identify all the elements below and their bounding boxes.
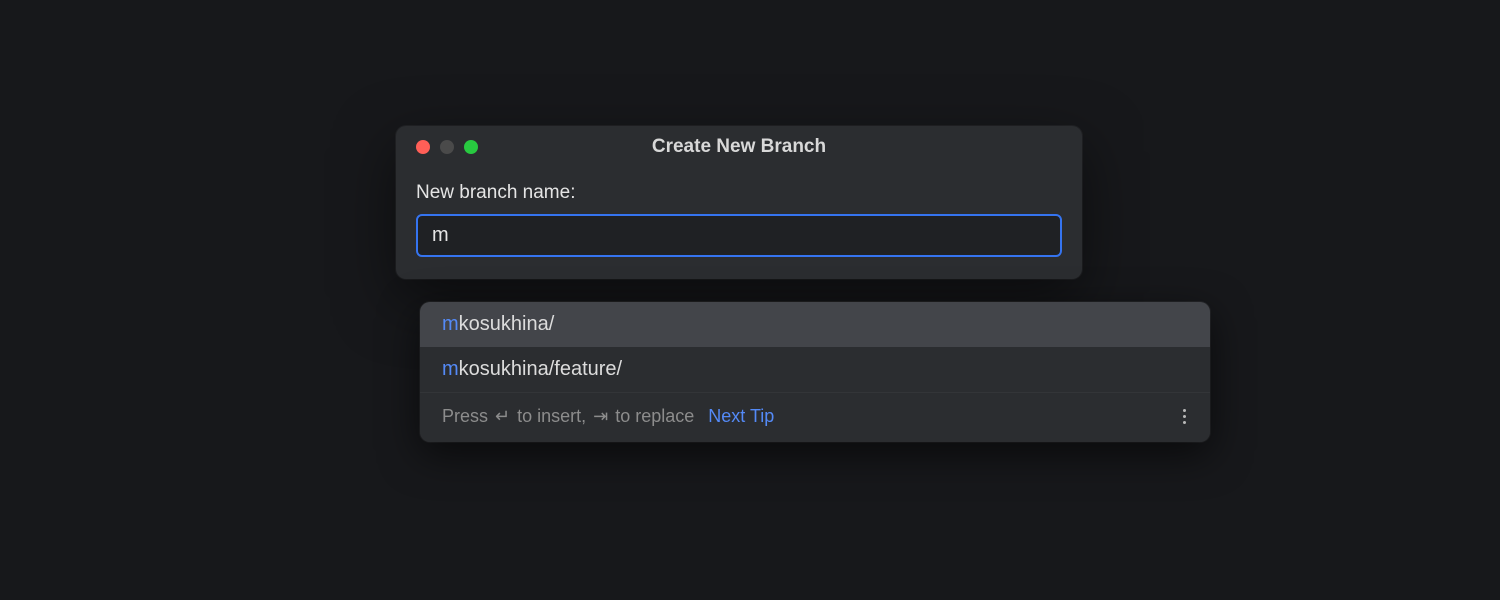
maximize-icon[interactable] — [464, 140, 478, 154]
dialog-content: New branch name: — [396, 164, 1082, 279]
close-icon[interactable] — [416, 140, 430, 154]
autocomplete-item[interactable]: mkosukhina/feature/ — [420, 347, 1210, 392]
next-tip-link[interactable]: Next Tip — [708, 406, 774, 427]
branch-name-label: New branch name: — [416, 182, 1062, 204]
hint-replace: to replace — [615, 406, 694, 427]
autocomplete-rest: kosukhina/ — [459, 313, 555, 335]
hint-press: Press — [442, 406, 488, 427]
window-controls — [416, 140, 478, 154]
enter-key-icon: ↵ — [495, 406, 510, 427]
branch-name-input[interactable] — [416, 214, 1062, 257]
tab-key-icon: ⇥ — [593, 406, 608, 427]
autocomplete-match: m — [442, 313, 459, 335]
autocomplete-item[interactable]: mkosukhina/ — [420, 302, 1210, 347]
dialog-titlebar: Create New Branch — [396, 126, 1082, 164]
hint-insert: to insert, — [517, 406, 586, 427]
minimize-icon — [440, 140, 454, 154]
dialog-title: Create New Branch — [396, 136, 1082, 158]
create-branch-dialog: Create New Branch New branch name: — [396, 126, 1082, 279]
more-options-icon[interactable] — [1177, 403, 1192, 430]
autocomplete-footer: Press ↵ to insert, ⇥ to replace Next Tip — [420, 392, 1210, 442]
autocomplete-popup: mkosukhina/ mkosukhina/feature/ Press ↵ … — [420, 302, 1210, 442]
hint-text: Press ↵ to insert, ⇥ to replace — [442, 406, 694, 427]
input-wrapper — [416, 214, 1062, 257]
autocomplete-match: m — [442, 358, 459, 380]
autocomplete-rest: kosukhina/feature/ — [459, 358, 622, 380]
